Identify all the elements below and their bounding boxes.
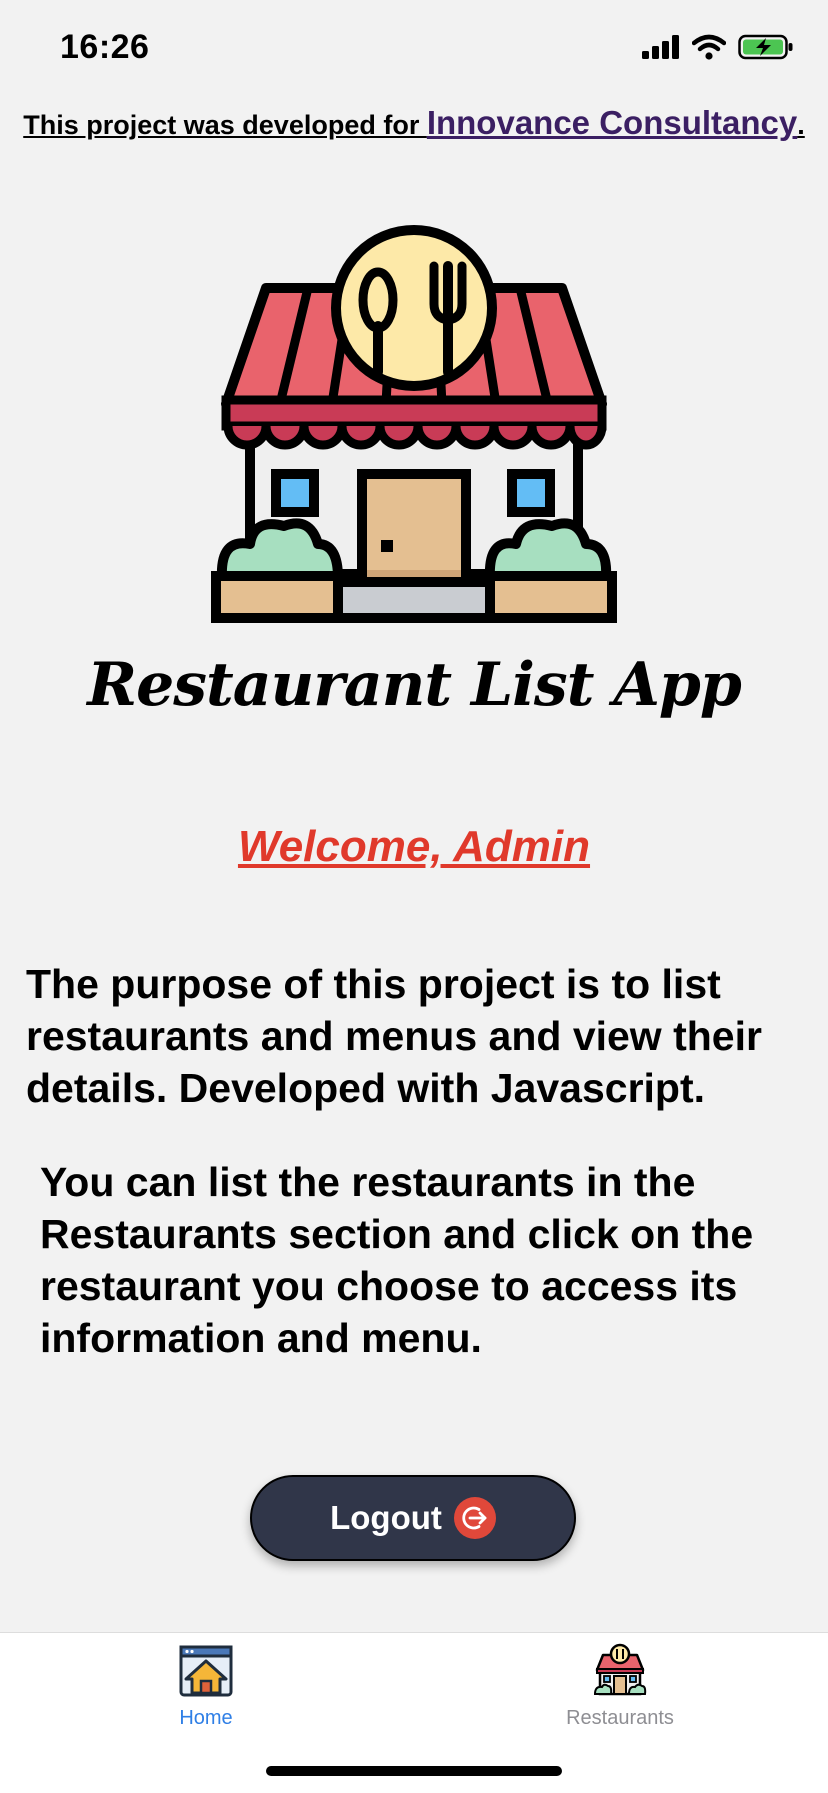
status-bar: 16:26 (0, 0, 828, 96)
home-icon (179, 1645, 233, 1697)
logout-button[interactable]: Logout (250, 1475, 576, 1561)
tab-home-label: Home (179, 1707, 233, 1729)
restaurant-icon (593, 1643, 647, 1696)
innovance-consultancy-link[interactable]: Innovance Consultancy (427, 104, 797, 141)
logout-label: Logout (330, 1499, 442, 1536)
tab-home[interactable]: Home (76, 1643, 336, 1753)
app-title: Restaurant List App (87, 650, 742, 720)
battery-charging-icon (738, 34, 793, 60)
credit-line: This project was developed for Innovance… (0, 104, 828, 142)
usage-instructions-text: You can list the restaurants in the Rest… (40, 1159, 754, 1361)
tab-restaurants[interactable]: Restaurants (490, 1643, 750, 1753)
signal-icon (642, 35, 679, 59)
welcome-message: Welcome, Admin (237, 822, 591, 871)
tab-restaurants-label: Restaurants (566, 1707, 674, 1729)
status-icons (642, 34, 794, 60)
status-time: 16:26 (60, 28, 150, 66)
wifi-icon (692, 34, 726, 60)
project-purpose-text: The purpose of this project is to list r… (26, 961, 762, 1111)
logout-icon (453, 1497, 496, 1539)
credit-suffix: . (797, 110, 805, 140)
credit-prefix: This project was developed for (23, 110, 427, 140)
restaurant-icon (211, 225, 617, 623)
home-indicator[interactable] (266, 1766, 562, 1776)
